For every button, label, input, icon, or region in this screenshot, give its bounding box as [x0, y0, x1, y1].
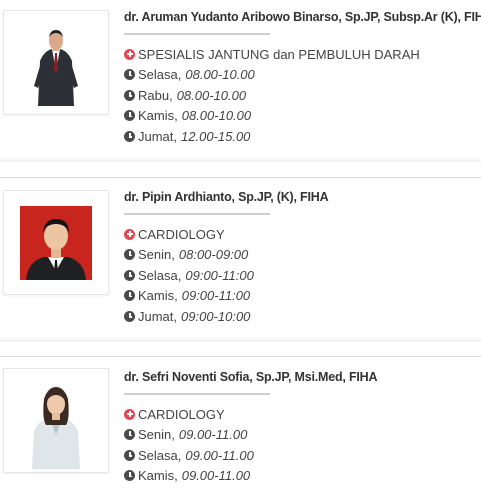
- clock-icon: [124, 449, 135, 461]
- schedule-time: 09.00-11.00: [181, 468, 251, 484]
- schedule-day: Selasa,: [138, 447, 182, 463]
- schedule-day: Jumat,: [138, 128, 178, 144]
- clock-icon: [124, 130, 135, 142]
- schedule-time: 08.00-10.00: [185, 67, 255, 83]
- schedule-day: Jumat,: [138, 308, 178, 324]
- card-shadow: [0, 156, 481, 162]
- clock-icon: [124, 290, 135, 302]
- clock-icon: [124, 310, 135, 322]
- plus-circle-icon: [124, 408, 135, 420]
- specialty-label: CARDIOLOGY: [138, 226, 225, 242]
- clock-icon: [124, 69, 135, 81]
- schedule-row: Senin, 09.00-11.00: [124, 425, 377, 446]
- schedule-row: Selasa, 09:00-11:00: [124, 265, 328, 286]
- schedule-day: Senin,: [138, 247, 175, 263]
- schedule-day: Selasa,: [138, 67, 182, 83]
- doctor-photo[interactable]: [3, 10, 109, 115]
- doctor-info: dr. Aruman Yudanto Aribowo Binarso, Sp.J…: [124, 10, 481, 147]
- doctor-name[interactable]: dr. Sefri Noventi Sofia, Sp.JP, Msi.Med,…: [124, 370, 378, 384]
- divider: [124, 393, 270, 395]
- schedule-day: Kamis,: [138, 288, 178, 304]
- divider: [124, 213, 270, 215]
- doctor-photo[interactable]: [3, 190, 109, 295]
- clock-icon: [124, 269, 135, 281]
- schedule-row: Jumat, 12.00-15.00: [124, 126, 481, 147]
- divider: [124, 33, 270, 35]
- schedule-time: 09.00-11.00: [178, 427, 248, 443]
- schedule-row: Selasa, 08.00-10.00: [124, 65, 481, 86]
- doctor-info: dr. Sefri Noventi Sofia, Sp.JP, Msi.Med,…: [124, 370, 378, 487]
- doctor-portrait-image: [4, 191, 108, 294]
- plus-circle-icon: [124, 228, 135, 240]
- clock-icon: [124, 110, 135, 122]
- schedule-row: Senin, 08:00-09:00: [124, 245, 328, 266]
- schedule-time: 08.00-10.00: [181, 108, 252, 124]
- specialty-label: SPESIALIS JANTUNG dan PEMBULUH DARAH: [138, 46, 420, 62]
- schedule-time: 12.00-15.00: [181, 128, 251, 144]
- doctor-portrait-image: [4, 369, 108, 472]
- doctor-name[interactable]: dr. Aruman Yudanto Aribowo Binarso, Sp.J…: [124, 10, 481, 24]
- doctor-card: dr. Aruman Yudanto Aribowo Binarso, Sp.J…: [0, 0, 481, 162]
- doctor-name[interactable]: dr. Pipin Ardhianto, Sp.JP, (K), FIHA: [124, 190, 329, 204]
- schedule-time: 09.00-11.00: [185, 447, 254, 463]
- card-shadow: [0, 336, 481, 342]
- schedule-day: Rabu,: [138, 87, 173, 103]
- clock-icon: [124, 429, 135, 441]
- doctor-card: dr. Pipin Ardhianto, Sp.JP, (K), FIHA CA…: [0, 177, 481, 342]
- clock-icon: [124, 249, 135, 261]
- doctor-info: dr. Pipin Ardhianto, Sp.JP, (K), FIHA CA…: [124, 190, 329, 327]
- schedule-row: Kamis, 08.00-10.00: [124, 106, 481, 127]
- doctor-photo[interactable]: [3, 368, 109, 473]
- schedule-row: Kamis, 09.00-11.00: [124, 466, 377, 487]
- schedule-day: Selasa,: [138, 267, 182, 283]
- schedule-time: 09:00-10:00: [181, 308, 251, 324]
- schedule-day: Senin,: [138, 427, 175, 443]
- schedule-row: Kamis, 09:00-11:00: [124, 286, 328, 307]
- doctor-portrait-image: [4, 11, 108, 114]
- schedule-time: 09:00-11:00: [181, 288, 251, 304]
- schedule-time: 08.00-10.00: [176, 87, 247, 103]
- specialty-label: CARDIOLOGY: [138, 406, 225, 422]
- schedule-time: 09:00-11:00: [185, 267, 254, 283]
- specialty-row: CARDIOLOGY: [124, 224, 328, 245]
- doctor-card: dr. Sefri Noventi Sofia, Sp.JP, Msi.Med,…: [0, 356, 481, 493]
- schedule-row: Jumat, 09:00-10:00: [124, 306, 328, 327]
- specialty-row: SPESIALIS JANTUNG dan PEMBULUH DARAH: [124, 44, 481, 65]
- plus-circle-icon: [124, 48, 135, 60]
- schedule-row: Rabu, 08.00-10.00: [124, 85, 481, 106]
- schedule-row: Selasa, 09.00-11.00: [124, 445, 377, 466]
- specialty-row: CARDIOLOGY: [124, 404, 377, 425]
- clock-icon: [124, 470, 135, 482]
- clock-icon: [124, 89, 135, 101]
- schedule-time: 08:00-09:00: [178, 247, 249, 263]
- schedule-day: Kamis,: [138, 468, 178, 484]
- schedule-day: Kamis,: [138, 108, 178, 124]
